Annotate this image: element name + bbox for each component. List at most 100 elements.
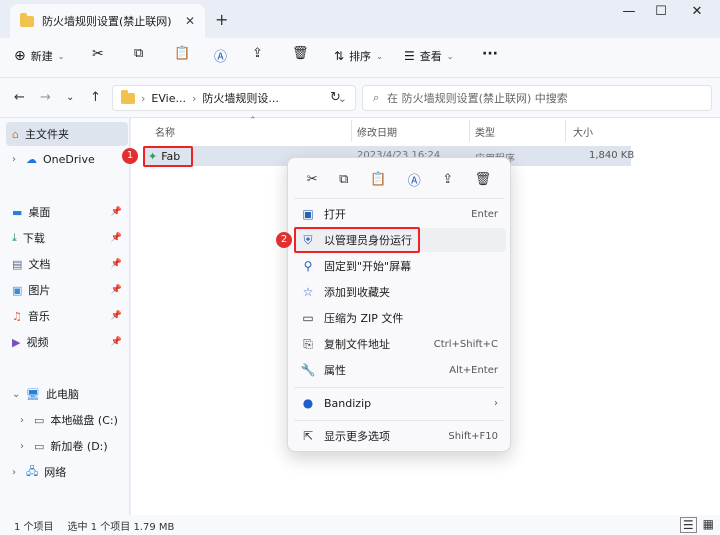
sidebar-item-drive-d[interactable]: › ▭ 新加卷 (D:): [6, 434, 128, 458]
file-size: 1,840 KB: [589, 150, 635, 161]
cut-icon[interactable]: ✂: [92, 46, 104, 62]
rename-icon[interactable]: Ⓐ: [214, 46, 227, 65]
sidebar-item-desktop[interactable]: ▬ 桌面 📌: [6, 200, 128, 224]
step-badge: 1: [122, 148, 138, 164]
menu-item-bandizip[interactable]: ● Bandizip ›: [294, 391, 506, 415]
column-header-size[interactable]: 大小: [573, 124, 593, 139]
paste-icon[interactable]: 📋: [370, 172, 386, 187]
more-options-button[interactable]: ···: [482, 46, 498, 62]
highlight-box: [294, 227, 420, 253]
tiles-view-icon[interactable]: ▦: [703, 517, 714, 533]
file-name-cell[interactable]: ✦ Fab: [143, 146, 193, 167]
sidebar-item-pictures[interactable]: ▣ 图片 📌: [6, 278, 128, 302]
folder-icon: [20, 12, 34, 27]
context-menu: ✂ ⧉ 📋 Ⓐ ⇪ 🗑 ▣ 打开 Enter ⛨ 以管理员身份运行 2 ⚲ 固定…: [276, 157, 511, 452]
menu-item-pin-to-start[interactable]: ⚲ 固定到"开始"屏幕: [294, 254, 506, 278]
sidebar-item-label: 文档: [28, 258, 51, 271]
chevron-right-icon[interactable]: ›: [12, 467, 20, 478]
menu-item-copy-path[interactable]: ⎘ 复制文件地址 Ctrl+Shift+C: [294, 332, 506, 356]
delete-icon[interactable]: 🗑: [475, 172, 492, 187]
menu-shortcut: Alt+Enter: [449, 364, 498, 376]
view-button[interactable]: ☰ 查看 ⌄: [404, 48, 453, 64]
sidebar-item-documents[interactable]: ▤ 文档 📌: [6, 252, 128, 276]
menu-item-properties[interactable]: 🔧 属性 Alt+Enter: [294, 358, 506, 382]
sort-indicator-icon: ⌃: [249, 116, 257, 126]
details-view-icon[interactable]: ☰: [679, 517, 697, 533]
sidebar-item-music[interactable]: ♫ 音乐 📌: [6, 304, 128, 328]
menu-item-label: 复制文件地址: [324, 338, 390, 351]
chevron-down-icon[interactable]: ⌄: [12, 389, 20, 400]
chevron-right-icon[interactable]: ›: [20, 441, 28, 452]
sort-label: 排序: [349, 50, 372, 63]
drive-icon: ▭: [34, 413, 45, 427]
file-name: Fab: [161, 150, 181, 163]
context-quick-actions: ✂ ⧉ 📋 Ⓐ ⇪ 🗑: [296, 166, 502, 192]
new-button[interactable]: ⊕ 新建 ⌄: [14, 48, 64, 64]
star-icon: ☆: [302, 285, 314, 299]
copy-icon[interactable]: ⧉: [134, 46, 143, 61]
up-arrow-icon[interactable]: ↑: [90, 90, 101, 105]
search-input[interactable]: ⌕ 在 防火墙规则设置(禁止联网) 中搜索: [362, 85, 712, 111]
sidebar-item-network[interactable]: › 🖧 网络: [6, 460, 128, 484]
column-divider[interactable]: [565, 120, 566, 142]
back-arrow-icon[interactable]: ←: [14, 90, 25, 105]
menu-item-add-favorites[interactable]: ☆ 添加到收藏夹: [294, 280, 506, 304]
sidebar-item-videos[interactable]: ▶ 视频 📌: [6, 330, 128, 354]
maximize-button[interactable]: ☐: [646, 4, 676, 19]
chevron-right-icon: ›: [191, 91, 197, 105]
new-tab-button[interactable]: +: [215, 10, 228, 29]
address-bar[interactable]: › EVie... › 防火墙规则设... ⌄: [112, 85, 356, 111]
chevron-right-icon[interactable]: ›: [20, 415, 28, 426]
sidebar-item-this-pc[interactable]: ⌄ 🖥 此电脑: [6, 382, 128, 406]
sidebar-item-home[interactable]: ⌂ 主文件夹: [6, 122, 128, 146]
wrench-icon: 🔧: [300, 363, 316, 377]
minimize-button[interactable]: —: [614, 4, 644, 19]
zip-folder-icon: ▭: [302, 311, 314, 325]
menu-item-open[interactable]: ▣ 打开 Enter: [294, 202, 506, 226]
copy-icon[interactable]: ⧉: [339, 172, 348, 187]
sidebar-item-label: 网络: [44, 466, 67, 479]
paste-icon[interactable]: 📋: [174, 46, 190, 61]
window-tab[interactable]: 防火墙规则设置(禁止联网) ✕: [10, 4, 205, 38]
cloud-icon: ☁: [26, 152, 37, 166]
forward-arrow-icon[interactable]: →: [40, 90, 51, 105]
step-badge: 2: [276, 232, 292, 248]
plus-circle-icon: ⊕: [14, 48, 26, 64]
close-tab-icon[interactable]: ✕: [185, 14, 195, 28]
sidebar-item-onedrive[interactable]: › ☁ OneDrive: [6, 147, 128, 171]
chevron-down-icon: ⌄: [446, 51, 454, 61]
sidebar-item-drive-c[interactable]: › ▭ 本地磁盘 (C:): [6, 408, 128, 432]
menu-item-show-more[interactable]: ⇱ 显示更多选项 Shift+F10: [294, 424, 506, 448]
bandizip-icon: ●: [302, 396, 314, 410]
chevron-right-icon[interactable]: ›: [12, 154, 20, 165]
sidebar-item-label: 主文件夹: [24, 128, 69, 141]
view-label: 查看: [419, 50, 442, 63]
refresh-icon[interactable]: ↻: [330, 90, 341, 105]
close-window-button[interactable]: ✕: [682, 4, 712, 19]
column-divider[interactable]: [351, 120, 352, 142]
more-options-icon: ⇱: [302, 429, 314, 443]
column-divider[interactable]: [469, 120, 470, 142]
chevron-down-icon: ⌄: [376, 51, 383, 61]
cut-icon[interactable]: ✂: [307, 172, 318, 187]
share-icon[interactable]: ⇪: [442, 172, 453, 187]
menu-item-compress-zip[interactable]: ▭ 压缩为 ZIP 文件: [294, 306, 506, 330]
menu-divider: [294, 387, 504, 388]
column-header-type[interactable]: 类型: [475, 124, 495, 139]
menu-item-label: 添加到收藏夹: [324, 286, 390, 299]
video-icon: ▶: [12, 335, 21, 349]
status-bar: 1 个项目 选中 1 个项目 1.79 MB ☰ ▦: [0, 515, 720, 535]
column-header-date[interactable]: 修改日期: [357, 124, 397, 139]
download-icon: ⤓: [12, 231, 17, 244]
breadcrumb-segment[interactable]: EVie...: [151, 92, 186, 105]
recent-chevron-icon[interactable]: ⌄: [66, 92, 74, 103]
menu-item-label: 压缩为 ZIP 文件: [324, 312, 404, 325]
column-header-name[interactable]: 名称: [155, 124, 175, 139]
sidebar-item-downloads[interactable]: ⤓ 下载 📌: [6, 226, 128, 250]
pin-icon: 📌: [110, 259, 122, 269]
sort-button[interactable]: ⇅ 排序 ⌄: [334, 48, 383, 64]
delete-icon[interactable]: 🗑: [292, 46, 309, 61]
share-icon[interactable]: ⇪: [252, 46, 263, 61]
breadcrumb-segment[interactable]: 防火墙规则设...: [202, 90, 279, 106]
rename-icon[interactable]: Ⓐ: [408, 170, 421, 189]
